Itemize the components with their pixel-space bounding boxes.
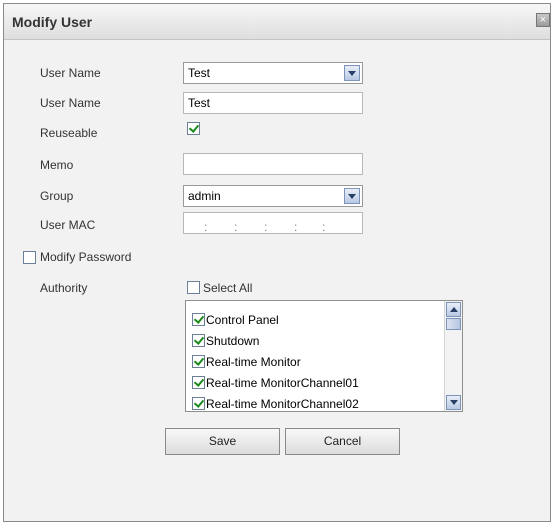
cancel-button[interactable]: Cancel [285,428,400,455]
select-all-checkbox[interactable] [187,281,200,294]
list-item-checkbox[interactable] [192,355,205,368]
memo-input[interactable] [183,153,363,175]
group-label: Group [40,189,74,203]
user-mac-label: User MAC [40,218,96,232]
user-name-select-label: User Name [40,66,101,80]
list-item-checkbox[interactable] [192,313,205,326]
chevron-down-icon[interactable] [344,188,360,204]
user-name-input-value: Test [188,96,211,110]
group-select[interactable]: admin [183,185,363,207]
group-select-value: admin [188,189,221,203]
list-item-checkbox[interactable] [192,376,205,389]
user-name-input-label: User Name [40,96,101,110]
close-icon[interactable]: × [536,13,550,27]
list-item-label: Shutdown [206,334,260,348]
chevron-down-icon[interactable] [344,65,360,81]
list-item-label: Real-time MonitorChannel01 [206,376,359,390]
user-name-select-value: Test [188,66,211,80]
dialog-title: Modify User [12,14,93,30]
list-item-label: Real-time Monitor [206,355,301,369]
list-scrollbar[interactable] [444,301,462,411]
list-item-label: Real-time MonitorChannel02 [206,397,359,411]
list-item-label: Control Panel [206,313,279,327]
mac-separator: : [264,220,268,234]
user-name-input[interactable]: Test [183,92,363,114]
mac-separator: : [322,220,326,234]
scroll-down-icon[interactable] [446,395,461,410]
mac-separator: : [234,220,238,234]
save-button[interactable]: Save [165,428,280,455]
list-item-checkbox[interactable] [192,397,205,410]
modify-password-checkbox[interactable] [23,251,36,264]
memo-label: Memo [40,158,74,172]
authority-list: Control Panel Shutdown Real-time Monitor… [185,300,463,412]
modify-password-label: Modify Password [40,250,132,264]
reuseable-label: Reuseable [40,126,98,140]
scroll-thumb[interactable] [446,318,461,330]
dialog-titlebar: Modify User × [4,4,550,40]
user-name-select[interactable]: Test [183,62,363,84]
user-mac-field[interactable]: : : : : : [183,212,363,234]
scroll-up-icon[interactable] [446,302,461,317]
mac-separator: : [294,220,298,234]
reuseable-checkbox[interactable] [187,122,200,135]
mac-separator: : [204,220,208,234]
authority-label: Authority [40,281,88,295]
list-item-checkbox[interactable] [192,334,205,347]
select-all-label: Select All [203,281,253,295]
